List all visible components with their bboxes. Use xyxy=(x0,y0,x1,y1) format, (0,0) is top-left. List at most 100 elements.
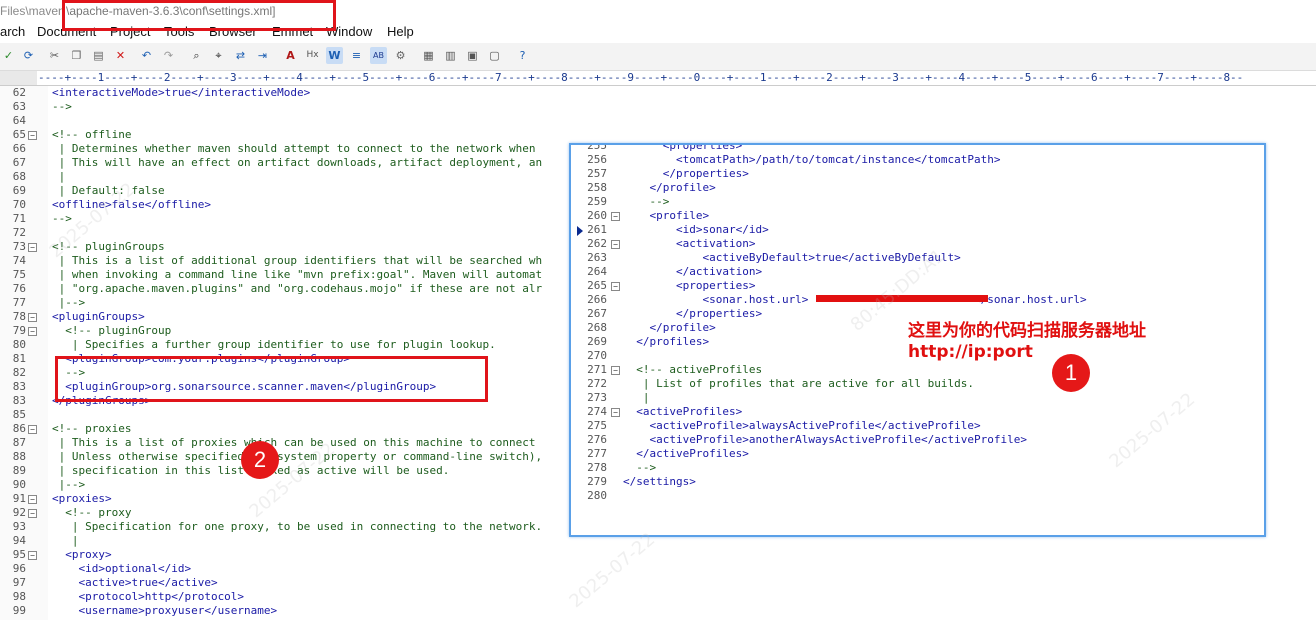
code-text: <activation> xyxy=(623,237,756,250)
code-text: --> xyxy=(52,212,72,225)
line-number: 79 xyxy=(12,324,26,337)
fold-toggle-icon[interactable]: − xyxy=(28,425,37,434)
code-line: 273 | xyxy=(571,391,1264,405)
code-text: |--> xyxy=(52,296,86,309)
code-text: <active>true</active> xyxy=(52,576,218,589)
paste-icon[interactable]: ▤ xyxy=(90,47,107,64)
fold-toggle-icon[interactable]: − xyxy=(28,509,37,518)
line-number: 92 xyxy=(12,506,26,519)
abc-icon[interactable]: AB xyxy=(370,47,387,64)
code-text: <pluginGroups> xyxy=(52,310,145,323)
fold-toggle-icon[interactable]: − xyxy=(28,131,37,140)
hex-icon[interactable]: Hx xyxy=(304,47,321,64)
line-number: 255 xyxy=(587,143,607,152)
line-number: 73 xyxy=(12,240,26,253)
undo-icon[interactable]: ↶ xyxy=(138,47,155,64)
code-text: <!-- offline xyxy=(52,128,132,141)
fold-toggle-icon[interactable]: − xyxy=(611,408,620,417)
line-number: 95 xyxy=(12,548,26,561)
line-number: 261 xyxy=(587,223,607,236)
code-line: 97 <active>true</active> xyxy=(0,576,1316,590)
code-text: | This is a list of additional group ide… xyxy=(52,254,543,267)
refresh-icon[interactable]: ⟳ xyxy=(20,47,37,64)
fold-toggle-icon[interactable]: − xyxy=(611,366,620,375)
cut-icon[interactable]: ✂ xyxy=(46,47,63,64)
ruler-marks: ----+----1----+----2----+----3----+----4… xyxy=(38,71,1244,84)
find-icon[interactable]: ⌕ xyxy=(188,47,205,64)
fold-toggle-icon[interactable]: − xyxy=(28,495,37,504)
code-text: </activeProfiles> xyxy=(623,447,749,460)
code-text: </properties> xyxy=(623,307,763,320)
line-number: 274 xyxy=(587,405,607,418)
line-number: 76 xyxy=(12,282,26,295)
line-number: 66 xyxy=(12,142,26,155)
line-number: 75 xyxy=(12,268,26,281)
help-icon[interactable]: ? xyxy=(514,47,531,64)
code-text: | xyxy=(623,391,650,404)
code-line: 259 --> xyxy=(571,195,1264,209)
line-number: 271 xyxy=(587,363,607,376)
line-number: 62 xyxy=(12,86,26,99)
line-number: 64 xyxy=(12,114,26,127)
code-line: 262− <activation> xyxy=(571,237,1264,251)
redo-icon[interactable]: ↷ xyxy=(160,47,177,64)
code-line: 65− <!-- offline xyxy=(0,128,1316,142)
view1-icon[interactable]: ▦ xyxy=(420,47,437,64)
code-text: <id>sonar</id> xyxy=(623,223,769,236)
code-line: 98 <protocol>http</protocol> xyxy=(0,590,1316,604)
spell-icon[interactable]: ≡ xyxy=(348,47,365,64)
check-icon[interactable]: ✓ xyxy=(0,47,17,64)
code-line: 261 <id>sonar</id> xyxy=(571,223,1264,237)
code-line: 280 xyxy=(571,489,1264,503)
code-line: 272 | List of profiles that are active f… xyxy=(571,377,1264,391)
fold-toggle-icon[interactable]: − xyxy=(28,243,37,252)
code-line: 271− <!-- activeProfiles xyxy=(571,363,1264,377)
find-next-icon[interactable]: ⌖ xyxy=(210,47,227,64)
line-number: 90 xyxy=(12,478,26,491)
code-text: <properties> xyxy=(623,143,743,152)
code-text: </profile> xyxy=(623,181,716,194)
toolbar: ✓ ⟳ ✂ ❐ ▤ ✕ ↶ ↷ ⌕ ⌖ ⇄ ⇥ A Hx W ≡ AB ⚙ ▦ … xyxy=(0,43,1316,71)
code-text: | List of profiles that are active for a… xyxy=(623,377,974,390)
view4-icon[interactable]: ▢ xyxy=(486,47,503,64)
menu-search[interactable]: arch xyxy=(0,24,25,39)
line-number: 275 xyxy=(587,419,607,432)
fold-toggle-icon[interactable]: − xyxy=(28,551,37,560)
code-line: 95− <proxy> xyxy=(0,548,1316,562)
ruler-gutter xyxy=(0,71,37,85)
menu-help[interactable]: Help xyxy=(387,24,414,39)
fold-toggle-icon[interactable]: − xyxy=(611,240,620,249)
settings-icon[interactable]: ⚙ xyxy=(392,47,409,64)
code-text: <properties> xyxy=(623,279,756,292)
view2-icon[interactable]: ▥ xyxy=(442,47,459,64)
line-number: 86 xyxy=(12,422,26,435)
fold-toggle-icon[interactable]: − xyxy=(611,282,620,291)
line-number: 78 xyxy=(12,310,26,323)
line-number: 280 xyxy=(587,489,607,502)
line-number: 70 xyxy=(12,198,26,211)
code-text: --> xyxy=(52,100,72,113)
word-wrap-icon[interactable]: W xyxy=(326,47,343,64)
replace-icon[interactable]: ⇄ xyxy=(232,47,249,64)
fold-toggle-icon[interactable]: − xyxy=(28,327,37,336)
code-line: 257 </properties> xyxy=(571,167,1264,181)
code-text: | Specifies a further group identifier t… xyxy=(52,338,496,351)
line-number: 91 xyxy=(12,492,26,505)
line-number: 71 xyxy=(12,212,26,225)
line-number: 63 xyxy=(12,100,26,113)
delete-icon[interactable]: ✕ xyxy=(112,47,129,64)
fold-toggle-icon[interactable]: − xyxy=(611,212,620,221)
line-number: 93 xyxy=(12,520,26,533)
line-number: 96 xyxy=(12,562,26,575)
view3-icon[interactable]: ▣ xyxy=(464,47,481,64)
font-icon[interactable]: A xyxy=(282,47,299,64)
code-text: | "org.apache.maven.plugins" and "org.co… xyxy=(52,282,543,295)
line-number: 260 xyxy=(587,209,607,222)
line-number: 278 xyxy=(587,461,607,474)
goto-icon[interactable]: ⇥ xyxy=(254,47,271,64)
line-number: 265 xyxy=(587,279,607,292)
copy-icon[interactable]: ❐ xyxy=(68,47,85,64)
line-number: 67 xyxy=(12,156,26,169)
fold-toggle-icon[interactable]: − xyxy=(28,313,37,322)
line-number: 87 xyxy=(12,436,26,449)
